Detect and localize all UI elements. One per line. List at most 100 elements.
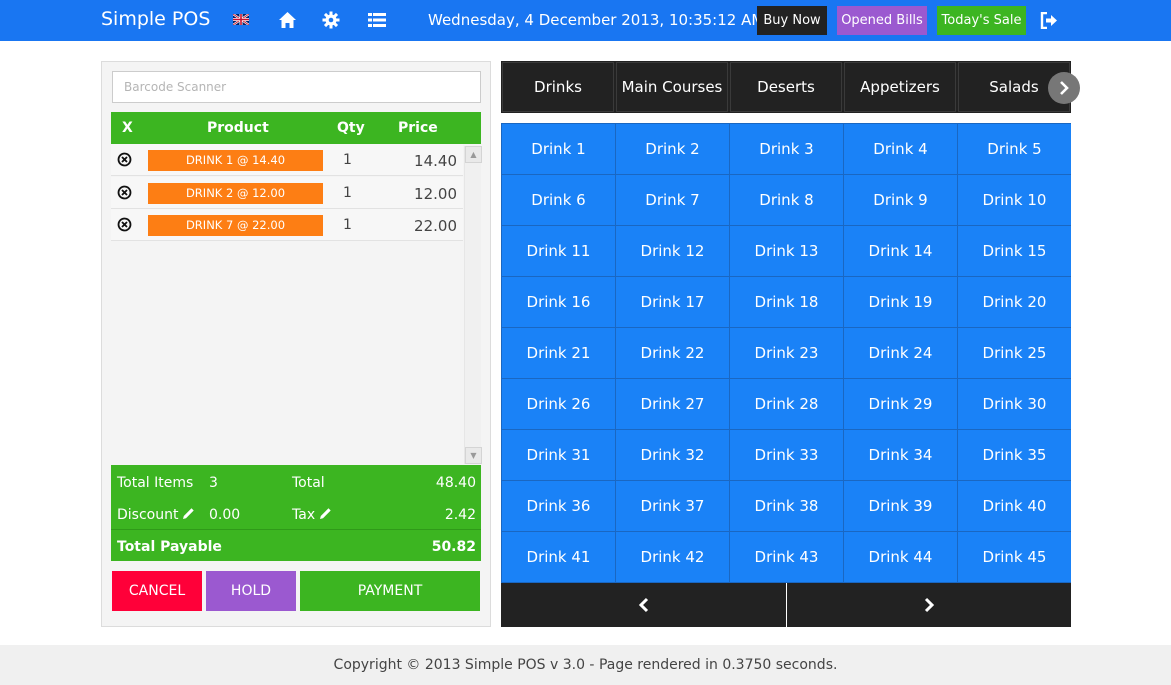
logout-icon[interactable] xyxy=(1040,12,1058,29)
list-icon[interactable] xyxy=(368,11,386,29)
remove-item-icon[interactable] xyxy=(117,185,132,200)
product-tile[interactable]: Drink 45 xyxy=(958,532,1071,582)
product-tile[interactable]: Drink 8 xyxy=(730,175,843,225)
prev-page-button[interactable] xyxy=(501,583,786,627)
product-tile[interactable]: Drink 24 xyxy=(844,328,957,378)
pencil-icon[interactable] xyxy=(182,507,195,520)
product-tile[interactable]: Drink 21 xyxy=(502,328,615,378)
product-tile[interactable]: Drink 43 xyxy=(730,532,843,582)
current-datetime: Wednesday, 4 December 2013, 10:35:12 AM xyxy=(428,11,765,29)
tax-label: Tax xyxy=(292,507,316,523)
tab-drinks[interactable]: Drinks xyxy=(502,62,614,112)
brand-title[interactable]: Simple POS xyxy=(101,8,210,30)
product-tile[interactable]: Drink 35 xyxy=(958,430,1071,480)
product-tile[interactable]: Drink 4 xyxy=(844,124,957,174)
product-tile[interactable]: Drink 10 xyxy=(958,175,1071,225)
pencil-icon[interactable] xyxy=(319,507,332,520)
product-tile[interactable]: Drink 32 xyxy=(616,430,729,480)
chevron-left-icon xyxy=(638,597,648,613)
product-tile[interactable]: Drink 31 xyxy=(502,430,615,480)
discount-value: 0.00 xyxy=(209,507,241,523)
product-tile[interactable]: Drink 2 xyxy=(616,124,729,174)
product-tile[interactable]: Drink 13 xyxy=(730,226,843,276)
total-label: Total xyxy=(292,475,325,491)
buy-now-button[interactable]: Buy Now xyxy=(757,6,827,35)
order-item-qty[interactable]: 1 xyxy=(343,185,352,201)
home-icon[interactable] xyxy=(278,11,297,29)
opened-bills-button[interactable]: Opened Bills xyxy=(837,6,927,35)
product-tile[interactable]: Drink 7 xyxy=(616,175,729,225)
tab-main-courses[interactable]: Main Courses xyxy=(616,62,728,112)
category-tabs: Drinks Main Courses Deserts Appetizers S… xyxy=(501,61,1071,113)
discount-edit[interactable]: Discount xyxy=(117,507,195,523)
category-next-icon[interactable] xyxy=(1048,72,1080,104)
order-table-header: X Product Qty Price xyxy=(111,112,481,144)
todays-sale-button[interactable]: Today's Sale xyxy=(937,6,1026,35)
product-tile[interactable]: Drink 33 xyxy=(730,430,843,480)
order-item-button[interactable]: DRINK 2 @ 12.00 xyxy=(148,183,323,204)
table-row: DRINK 7 @ 22.00 1 22.00 xyxy=(111,209,463,241)
product-tile[interactable]: Drink 39 xyxy=(844,481,957,531)
product-tile[interactable]: Drink 37 xyxy=(616,481,729,531)
product-tile[interactable]: Drink 20 xyxy=(958,277,1071,327)
order-item-price: 22.00 xyxy=(414,217,457,235)
product-tile[interactable]: Drink 34 xyxy=(844,430,957,480)
order-list-scrollbar[interactable]: ▲ ▼ xyxy=(464,146,482,464)
product-tile[interactable]: Drink 44 xyxy=(844,532,957,582)
product-tile[interactable]: Drink 15 xyxy=(958,226,1071,276)
product-tile[interactable]: Drink 36 xyxy=(502,481,615,531)
order-item-button[interactable]: DRINK 1 @ 14.40 xyxy=(148,150,323,171)
payment-button[interactable]: PAYMENT xyxy=(300,571,480,611)
product-tile[interactable]: Drink 42 xyxy=(616,532,729,582)
tax-edit[interactable]: Tax xyxy=(292,507,332,523)
order-item-price: 12.00 xyxy=(414,185,457,203)
product-tile[interactable]: Drink 25 xyxy=(958,328,1071,378)
scroll-down-icon[interactable]: ▼ xyxy=(465,447,482,464)
product-tile[interactable]: Drink 23 xyxy=(730,328,843,378)
order-item-button[interactable]: DRINK 7 @ 22.00 xyxy=(148,215,323,236)
gear-icon[interactable] xyxy=(322,11,340,29)
product-tile[interactable]: Drink 38 xyxy=(730,481,843,531)
product-tile[interactable]: Drink 18 xyxy=(730,277,843,327)
scroll-up-icon[interactable]: ▲ xyxy=(465,146,482,163)
order-item-qty[interactable]: 1 xyxy=(343,217,352,233)
order-item-qty[interactable]: 1 xyxy=(343,152,352,168)
discount-label: Discount xyxy=(117,507,179,523)
uk-flag-icon[interactable] xyxy=(233,14,249,25)
product-tile[interactable]: Drink 29 xyxy=(844,379,957,429)
barcode-scanner-input[interactable] xyxy=(112,71,481,103)
tab-deserts[interactable]: Deserts xyxy=(730,62,842,112)
product-tile[interactable]: Drink 17 xyxy=(616,277,729,327)
product-tile[interactable]: Drink 27 xyxy=(616,379,729,429)
product-tile[interactable]: Drink 30 xyxy=(958,379,1071,429)
table-row: DRINK 2 @ 12.00 1 12.00 xyxy=(111,177,463,209)
order-panel: X Product Qty Price DRINK 1 @ 14.40 1 14… xyxy=(101,61,491,627)
product-tile[interactable]: Drink 5 xyxy=(958,124,1071,174)
product-tile[interactable]: Drink 6 xyxy=(502,175,615,225)
header-product: Product xyxy=(207,120,269,136)
product-tile[interactable]: Drink 22 xyxy=(616,328,729,378)
product-tile[interactable]: Drink 12 xyxy=(616,226,729,276)
hold-button[interactable]: HOLD xyxy=(206,571,296,611)
remove-item-icon[interactable] xyxy=(117,217,132,232)
total-payable-label: Total Payable xyxy=(117,539,222,555)
product-tile[interactable]: Drink 41 xyxy=(502,532,615,582)
footer: Copyright © 2013 Simple POS v 3.0 - Page… xyxy=(0,645,1171,685)
totals-panel: Total Items 3 Total 48.40 Discount 0.00 … xyxy=(111,465,481,561)
tab-appetizers[interactable]: Appetizers xyxy=(844,62,956,112)
product-tile[interactable]: Drink 1 xyxy=(502,124,615,174)
product-tile[interactable]: Drink 9 xyxy=(844,175,957,225)
product-tile[interactable]: Drink 16 xyxy=(502,277,615,327)
product-tile[interactable]: Drink 19 xyxy=(844,277,957,327)
product-tile[interactable]: Drink 28 xyxy=(730,379,843,429)
product-tile[interactable]: Drink 40 xyxy=(958,481,1071,531)
product-tile[interactable]: Drink 3 xyxy=(730,124,843,174)
cancel-button[interactable]: CANCEL xyxy=(112,571,202,611)
product-tile[interactable]: Drink 11 xyxy=(502,226,615,276)
product-tile[interactable]: Drink 14 xyxy=(844,226,957,276)
product-tile[interactable]: Drink 26 xyxy=(502,379,615,429)
next-page-button[interactable] xyxy=(787,583,1071,627)
tax-value: 2.42 xyxy=(444,507,476,523)
header-remove: X xyxy=(122,120,133,136)
remove-item-icon[interactable] xyxy=(117,152,132,167)
